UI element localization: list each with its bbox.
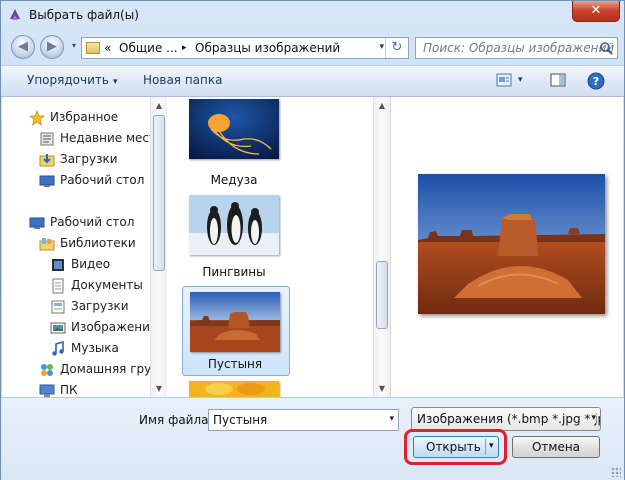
filename-dropdown-icon[interactable]: ▾ [389,414,394,424]
breadcrumb-separator-icon[interactable]: ▸ [182,43,187,53]
address-dropdown-icon[interactable]: ▾ [379,42,384,52]
sidebar-item-label: Документы [71,278,143,292]
music-library-icon [52,341,64,356]
refresh-icon: ↻ [391,40,403,55]
new-folder-button[interactable]: Новая папка [143,73,222,87]
sidebar-item-label: Загрузки [60,152,118,166]
desert-preview-image [418,174,605,314]
history-dropdown-icon[interactable]: ▾ [72,41,76,50]
search-icon[interactable] [599,41,613,55]
preview-pane [390,97,623,397]
navigation-pane: Избранное Недавние места Загрузки Рабочи… [2,97,150,397]
cancel-button[interactable]: Отмена [512,436,600,458]
dialog-content: Избранное Недавние места Загрузки Рабочи… [2,97,623,397]
sidebar-item-label: Рабочий стол [50,215,135,229]
scroll-down-icon[interactable]: ▼ [374,380,390,397]
file-name: Пустыня [207,357,263,371]
sidebar-item-label: ПК [60,383,78,397]
filename-value: Пустыня [213,413,268,427]
file-open-dialog: Выбрать файл(ы) ✕ ◀ ▶ ▾ « Общие ... ▸ Об… [0,0,625,480]
refresh-button[interactable]: ↻ [385,38,408,58]
help-icon: ? [587,72,605,90]
annotation-highlight [404,429,507,465]
search-placeholder: Поиск: Образцы изображений [423,41,615,55]
sidebar-item-label: Видео [71,257,111,271]
desert-thumbnail [190,292,280,352]
title-bar[interactable]: Выбрать файл(ы) ✕ [1,1,624,31]
forward-arrow-icon: ▶ [47,39,57,54]
folder-icon [86,42,100,54]
breadcrumb-item-shared[interactable]: Общие ... [119,41,178,55]
file-name: Пингвины [202,265,266,279]
downloads-library-icon [51,300,65,314]
view-icon [496,73,512,87]
desktop-icon [29,217,45,229]
navigation-bar: ◀ ▶ ▾ « Общие ... ▸ Образцы изображений … [1,31,624,65]
view-options-dropdown-icon[interactable]: ▾ [518,75,523,85]
computer-icon [39,384,55,397]
scroll-up-icon[interactable]: ▲ [374,97,390,114]
flower-thumbnail [189,381,279,397]
homegroup-icon [41,364,53,376]
recent-places-icon [40,132,54,146]
sidebar-item-label: Изображения [71,320,150,334]
close-icon: ✕ [590,3,602,18]
sidebar-item-label: Избранное [50,110,119,124]
svg-text:?: ? [593,75,599,88]
libraries-icon [39,238,55,251]
pictures-library-icon [50,322,66,334]
scrollbar-thumb[interactable] [153,115,165,271]
sidebar-item-label: Библиотеки [60,236,136,250]
organize-menu-button[interactable]: Упорядочить ▾ [27,73,117,87]
jellyfish-thumbnail [189,99,279,159]
file-type-value: Изображения (*.bmp *.jpg *.jp [417,412,601,426]
help-button[interactable]: ? [587,72,605,93]
file-item-desert[interactable]: Пустыня [182,286,290,376]
file-list: Медуза Пингвины Пустыня [168,97,373,397]
desktop-icon [39,175,55,187]
resize-grip-icon[interactable] [611,467,621,477]
back-arrow-icon: ◀ [18,39,28,54]
breadcrumb-item-sample-pictures[interactable]: Образцы изображений [195,41,340,55]
preview-pane-button[interactable] [550,72,566,91]
preview-pane-icon [550,73,566,87]
scroll-down-icon[interactable]: ▼ [151,380,167,397]
navigation-pane-scrollbar[interactable]: ▲ ▼ [150,97,167,397]
video-library-icon [52,259,64,271]
sidebar-item-label: Домашняя груп [60,362,150,376]
file-item-jellyfish[interactable]: Медуза [182,97,290,191]
file-type-dropdown-icon[interactable]: ▾ [591,413,596,423]
scroll-up-icon[interactable]: ▲ [151,97,167,114]
command-toolbar: Упорядочить ▾ Новая папка ▾ ? [1,65,624,97]
sidebar-item-label: Недавние места [60,131,150,145]
file-item-penguins[interactable]: Пингвины [182,193,290,285]
file-item-flower[interactable] [182,380,290,397]
address-bar[interactable]: « Общие ... ▸ Образцы изображений ▾ ↻ [81,37,409,59]
search-input[interactable]: Поиск: Образцы изображений [415,37,618,59]
chevron-down-icon: ▾ [112,77,118,87]
scrollbar-thumb[interactable] [376,261,388,329]
close-button[interactable]: ✕ [572,1,620,22]
change-view-button[interactable] [496,72,512,91]
bottom-panel: Имя файла: Пустыня ▾ Изображения (*.bmp … [1,397,624,480]
downloads-icon [39,154,55,167]
filename-label: Имя файла: [139,413,213,427]
sidebar-item-label: Загрузки [71,299,129,313]
breadcrumb-overflow[interactable]: « [104,41,111,55]
forward-button[interactable]: ▶ [40,35,64,59]
filename-input[interactable]: Пустыня ▾ [208,409,399,431]
star-icon [29,110,45,126]
file-type-select[interactable]: Изображения (*.bmp *.jpg *.jp ▾ [411,407,601,431]
app-icon [10,9,20,20]
organize-label: Упорядочить [27,73,109,87]
file-list-scrollbar[interactable]: ▲ ▼ [373,97,390,397]
window-title: Выбрать файл(ы) [29,8,139,22]
file-name: Медуза [210,173,258,187]
sidebar-item-label: Музыка [71,341,119,355]
documents-library-icon [52,278,64,294]
penguins-thumbnail [189,195,279,255]
sidebar-item-label: Рабочий стол [60,173,145,187]
back-button[interactable]: ◀ [11,35,35,59]
